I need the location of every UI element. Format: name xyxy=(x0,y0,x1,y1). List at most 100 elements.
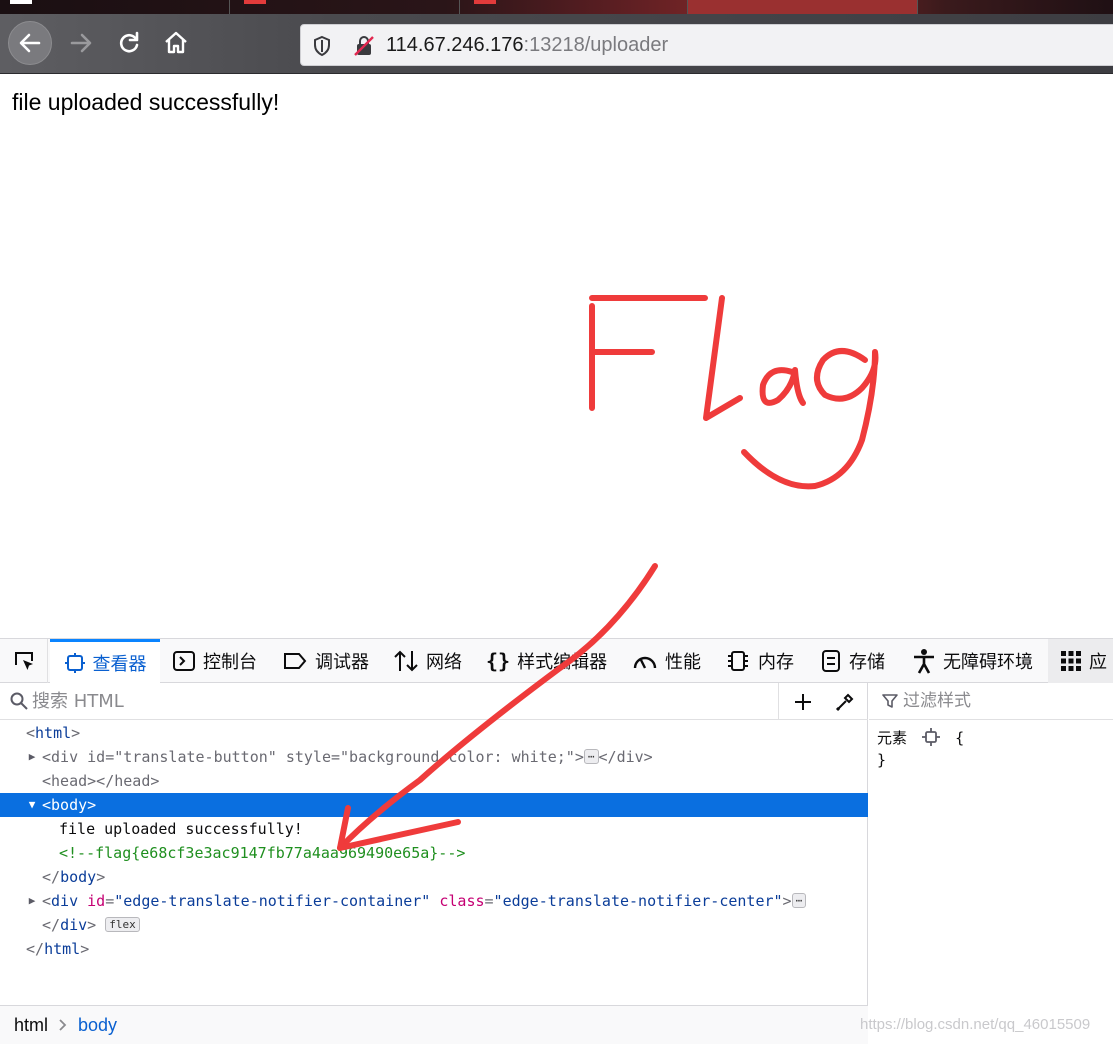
tree-node-notifier-container[interactable]: ▶ <div id="edge-translate-notifier-conta… xyxy=(0,889,868,913)
forward-button[interactable] xyxy=(62,24,100,62)
tag-name: div xyxy=(60,916,88,934)
tab-strip xyxy=(0,0,1113,14)
chevron-right-icon xyxy=(59,1019,67,1031)
tree-node-div-close[interactable]: </div> flex xyxy=(0,913,868,937)
filter-styles-row xyxy=(869,683,1113,720)
tab-debugger[interactable]: 调试器 xyxy=(282,639,369,683)
tab-label: 网络 xyxy=(426,652,462,673)
flex-badge[interactable]: flex xyxy=(105,917,140,932)
accessibility-icon xyxy=(914,649,934,674)
tree-node-body-close[interactable]: </body> xyxy=(0,865,868,889)
tab-favicon xyxy=(244,0,266,4)
back-button[interactable] xyxy=(8,21,52,65)
arrow-left-icon xyxy=(19,33,41,53)
rule-open-brace: { xyxy=(955,729,965,747)
tab-application[interactable]: 应 xyxy=(1048,639,1113,683)
tree-node-head[interactable]: <head></head> xyxy=(0,769,868,793)
tag-name: body xyxy=(51,796,88,814)
tab-label: 控制台 xyxy=(203,652,257,673)
tree-node-flag-comment[interactable]: <!--flag{e68cf3e3ac9147fb77a4aa969490e65… xyxy=(0,841,868,865)
attr-name: style xyxy=(285,748,331,766)
expand-triangle-icon[interactable]: ▶ xyxy=(26,745,38,769)
element-picker-button[interactable] xyxy=(0,639,48,683)
storage-icon xyxy=(822,650,840,672)
tab-memory[interactable]: 内存 xyxy=(725,639,794,683)
tab-network[interactable]: 网络 xyxy=(393,639,462,683)
tab-favicon xyxy=(10,0,32,4)
tab-4[interactable] xyxy=(688,0,918,14)
tab-storage[interactable]: 存储 xyxy=(820,639,885,683)
attr-name: class xyxy=(439,892,485,910)
tree-node-translate-button[interactable]: ▶ <div id="translate-button" style="back… xyxy=(0,745,868,769)
attr-value: "edge-translate-notifier-center" xyxy=(493,892,783,910)
inspector-icon xyxy=(64,652,85,673)
flag-comment: <!--flag{e68cf3e3ac9147fb77a4aa969490e65… xyxy=(59,844,466,862)
console-icon xyxy=(173,651,195,671)
tab-label: 查看器 xyxy=(92,653,147,675)
tab-label: 内存 xyxy=(758,652,794,673)
tab-2[interactable] xyxy=(230,0,460,14)
home-icon xyxy=(165,31,187,54)
devtools-toolbar: 查看器 控制台 调试器 网络 {} 样式编辑器 性能 内存 存储 无障碍环境 应 xyxy=(0,639,1113,683)
text-node-content: file uploaded successfully! xyxy=(59,820,303,838)
tab-favicon xyxy=(474,0,496,4)
tree-node-html-close[interactable]: </html> xyxy=(0,937,868,961)
element-rule-label: 元素 xyxy=(877,729,908,747)
tab-style-editor[interactable]: {} 样式编辑器 xyxy=(486,639,607,683)
collapsed-ellipsis-badge[interactable]: ⋯ xyxy=(583,749,599,764)
url-path: :13218/uploader xyxy=(523,34,669,56)
markup-pane: <html> ▶ <div id="translate-button" styl… xyxy=(0,683,868,1044)
tab-3[interactable] xyxy=(460,0,688,14)
attr-value: "translate-button" xyxy=(114,748,277,766)
eyedropper-icon xyxy=(835,693,854,711)
tab-label: 样式编辑器 xyxy=(517,652,608,673)
tab-console[interactable]: 控制台 xyxy=(172,639,257,683)
url-text[interactable]: 114.67.246.176:13218/uploader xyxy=(386,34,668,57)
devtools-panel: 查看器 控制台 调试器 网络 {} 样式编辑器 性能 内存 存储 无障碍环境 应… xyxy=(0,638,1113,1044)
reload-icon xyxy=(119,31,139,53)
navigation-bar: 114.67.246.176:13218/uploader xyxy=(0,14,1113,74)
tab-performance[interactable]: 性能 xyxy=(632,639,701,683)
tree-node-html[interactable]: <html> xyxy=(0,721,868,745)
url-host: 114.67.246.176 xyxy=(386,34,524,56)
collapse-triangle-icon[interactable]: ▼ xyxy=(26,793,38,817)
html-search-input[interactable] xyxy=(32,688,732,714)
close-tag-name: div xyxy=(616,748,644,766)
target-node-icon[interactable] xyxy=(922,728,941,746)
address-bar[interactable]: 114.67.246.176:13218/uploader xyxy=(300,24,1113,66)
rules-pane: 元素 { } xyxy=(869,683,1113,1044)
eyedropper-button[interactable] xyxy=(830,683,860,720)
tab-label: 无障碍环境 xyxy=(943,652,1033,673)
home-button[interactable] xyxy=(157,24,195,62)
network-icon xyxy=(394,650,418,672)
element-rule-block: 元素 { } xyxy=(877,727,964,771)
tracking-shield-icon[interactable] xyxy=(311,35,333,61)
breadcrumb-html[interactable]: html xyxy=(14,1015,48,1036)
tab-1[interactable] xyxy=(0,0,230,14)
search-icon xyxy=(10,692,28,714)
tag-name: div xyxy=(51,892,79,910)
plus-icon xyxy=(794,693,811,710)
memory-icon xyxy=(728,651,748,671)
tab-label: 性能 xyxy=(665,652,701,673)
expand-triangle-icon[interactable]: ▶ xyxy=(26,889,38,913)
add-node-button[interactable] xyxy=(778,683,826,720)
tree-node-text[interactable]: file uploaded successfully! xyxy=(0,817,868,841)
collapsed-ellipsis-badge[interactable]: ⋯ xyxy=(791,893,807,908)
application-icon xyxy=(1061,651,1081,671)
arrow-right-icon xyxy=(70,33,92,53)
tab-label: 应 xyxy=(1089,652,1107,673)
tag-name: html xyxy=(44,940,81,958)
rule-close-brace: } xyxy=(877,751,887,769)
breadcrumb-body[interactable]: body xyxy=(78,1015,117,1036)
tab-inspector[interactable]: 查看器 xyxy=(50,639,160,683)
upload-success-message: file uploaded successfully! xyxy=(12,89,280,115)
html-search-row xyxy=(0,683,868,720)
insecure-lock-icon[interactable] xyxy=(353,35,375,61)
tag-name: html xyxy=(35,724,72,742)
reload-button[interactable] xyxy=(110,24,148,62)
tree-node-body-selected[interactable]: ▼ <body> xyxy=(0,793,868,817)
tab-label: 调试器 xyxy=(315,652,369,673)
tab-accessibility[interactable]: 无障碍环境 xyxy=(912,639,1033,683)
filter-styles-input[interactable] xyxy=(903,691,1103,711)
